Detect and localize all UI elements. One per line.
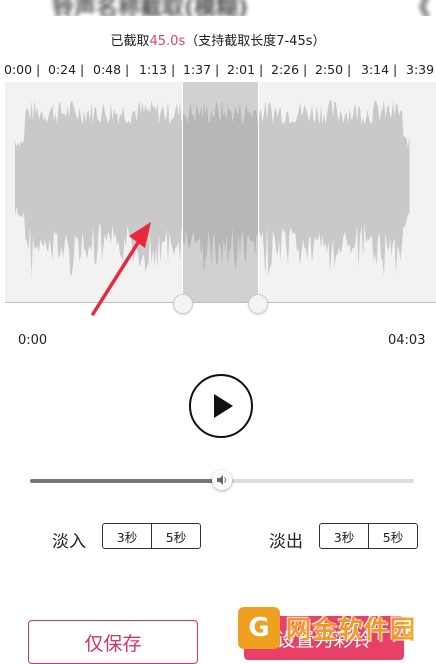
volume-fill	[30, 479, 222, 483]
volume-thumb[interactable]	[212, 470, 232, 490]
blurred-back-symbol: 《	[408, 0, 431, 16]
annotation-arrow-icon	[91, 222, 151, 316]
clip-duration: 45.0s	[149, 34, 186, 49]
fade-in-5s-button[interactable]: 5秒	[151, 524, 200, 548]
fade-out-options: 3秒 5秒	[319, 523, 418, 549]
timeline-tick: 2:26 |	[271, 62, 308, 77]
fade-out-label: 淡出	[269, 532, 303, 552]
watermark-text: 网金软件园	[286, 615, 417, 644]
clip-range-hint: （支持截取长度7-45s）	[185, 34, 326, 49]
fade-in-3s-button[interactable]: 3秒	[103, 524, 151, 548]
fade-in-options: 3秒 5秒	[102, 523, 201, 549]
timeline-tick: 2:50 |	[315, 62, 352, 77]
play-button[interactable]	[189, 374, 253, 438]
start-time: 0:00	[18, 333, 48, 348]
blurred-title-bar: 铃声名称截取(模糊) 《	[0, 0, 436, 16]
fade-out-5s-button[interactable]: 5秒	[368, 524, 417, 548]
selection-end-handle[interactable]	[248, 294, 268, 314]
timeline-tick: 0:24 |	[48, 62, 85, 77]
save-only-button[interactable]: 仅保存	[28, 620, 198, 664]
end-time: 04:03	[388, 333, 426, 348]
volume-slider[interactable]	[30, 470, 414, 490]
timeline-tick: 3:39	[406, 62, 435, 77]
clip-prefix: 已截取	[110, 34, 150, 49]
timeline-tick: 0:00 |	[4, 62, 41, 77]
timeline-tick: 2:01 |	[227, 62, 264, 77]
play-icon	[214, 394, 233, 418]
timeline-tick: 0:48 |	[93, 62, 130, 77]
watermark-logo-icon: G	[238, 607, 280, 649]
timeline-tick: 1:13 |	[139, 62, 176, 77]
speaker-icon	[217, 475, 226, 485]
clip-length-info: 已截取45.0s（支持截取长度7-45s）	[0, 30, 436, 49]
selection-region[interactable]	[182, 82, 259, 302]
fade-out-3s-button[interactable]: 3秒	[320, 524, 368, 548]
blurred-title: 铃声名称截取(模糊)	[52, 0, 249, 16]
watermark: G 网金软件园	[236, 604, 436, 653]
timeline-tick: 1:37 |	[183, 62, 220, 77]
timeline-ruler: 0:00 | 0:24 | 0:48 | 1:13 | 1:37 | 2:01 …	[0, 60, 436, 80]
waveform-editor[interactable]	[5, 82, 436, 303]
fade-in-label: 淡入	[52, 532, 86, 552]
selection-start-handle[interactable]	[173, 294, 193, 314]
timeline-tick: 3:14 |	[361, 62, 398, 77]
